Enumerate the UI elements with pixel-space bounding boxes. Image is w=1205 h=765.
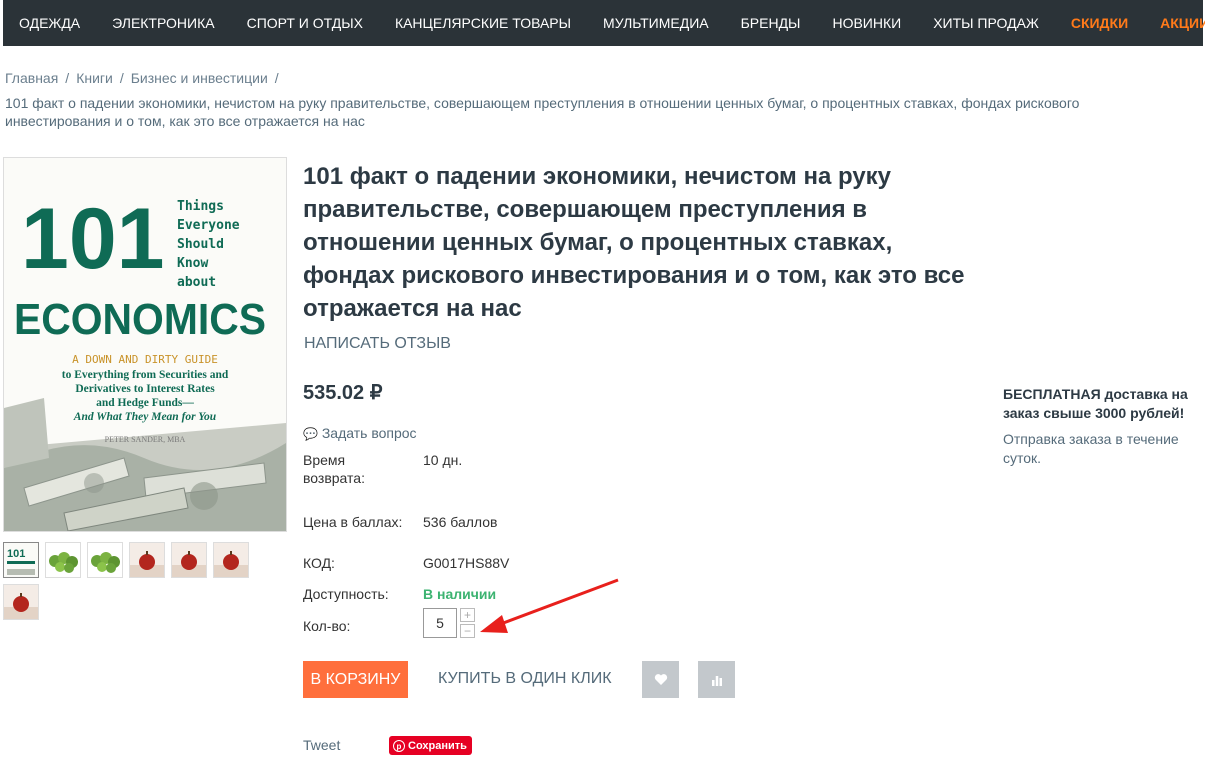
thumbnail-apple[interactable] [213,542,249,578]
svg-text:p: p [397,742,402,751]
nav-item-clothing[interactable]: ОДЕЖДА [3,15,96,31]
pinterest-icon: p [393,739,405,752]
quantity-label: Кол-во: [303,618,351,634]
pinterest-save-label: Сохранить [408,739,467,752]
code-value: G0017HS88V [423,555,510,571]
breadcrumb-separator: / [65,70,70,86]
thumbnail-apple[interactable] [129,542,165,578]
nav-item-sport[interactable]: СПОРТ И ОТДЫХ [231,15,379,31]
add-to-cart-button[interactable]: В КОРЗИНУ [303,661,408,698]
nav-item-promotions[interactable]: АКЦИИ [1144,15,1205,31]
cover-number: 101 [21,191,165,287]
chat-bubble-icon: 💬 [303,427,318,441]
breadcrumb: Главная / Книги / Бизнес и инвестиции / [5,70,286,86]
availability-label: Доступность: [303,586,389,602]
nav-item-multimedia[interactable]: МУЛЬТИМЕДИА [587,15,725,31]
points-price-label: Цена в баллах: [303,514,403,530]
nav-item-discounts[interactable]: СКИДКИ [1055,15,1144,31]
quantity-input[interactable]: 5 [423,608,457,638]
write-review-link[interactable]: НАПИСАТЬ ОТЗЫВ [304,335,451,353]
svg-text:Derivatives to Interest Rates: Derivatives to Interest Rates [75,383,215,395]
svg-text:Things: Things [177,199,224,214]
delivery-info-text: Отправка заказа в течение суток. [1003,431,1179,466]
tweet-link[interactable]: Tweet [303,737,340,753]
nav-item-new[interactable]: НОВИНКИ [816,15,917,31]
svg-text:Should: Should [177,237,224,252]
return-time-label: Время возврата: [303,452,365,486]
buy-one-click-link[interactable]: КУПИТЬ В ОДИН КЛИК [438,670,612,688]
thumbnail-apple[interactable] [3,584,39,620]
ask-question-label: Задать вопрос [321,425,417,441]
nav-item-electronics[interactable]: ЭЛЕКТРОНИКА [96,15,230,31]
code-label: КОД: [303,555,335,571]
nav-item-brands[interactable]: БРЕНДЫ [725,15,817,31]
breadcrumb-link-books[interactable]: Книги [76,70,113,86]
pinterest-save-button[interactable]: p Сохранить [389,736,472,755]
cover-word: ECONOMICS [14,295,266,344]
breadcrumb-separator: / [119,70,124,86]
breadcrumb-link-home[interactable]: Главная [5,70,58,86]
return-time-value: 10 дн. [423,452,463,468]
nav-item-stationery[interactable]: КАНЦЕЛЯРСКИЕ ТОВАРЫ [379,15,587,31]
svg-text:to Everything from Securities: to Everything from Securities and [62,369,229,381]
top-nav: ОДЕЖДА ЭЛЕКТРОНИКА СПОРТ И ОТДЫХ КАНЦЕЛЯ… [3,0,1205,46]
heart-icon [654,674,667,685]
thumbnail-green-veg[interactable] [45,542,81,578]
annotation-arrow [480,578,619,633]
nav-item-bestsellers[interactable]: ХИТЫ ПРОДАЖ [917,15,1055,31]
svg-text:And What They Mean for You: And What They Mean for You [73,411,217,423]
book-cover-art: 101 Things Everyone Should Know about EC… [4,158,286,531]
free-delivery-title: БЕСПЛАТНАЯ доставка на заказ свыше 3000 … [1003,386,1188,421]
wishlist-button[interactable] [642,661,679,698]
thumbnail-book-cover[interactable]: 101 [3,542,39,578]
cover-guide-line: A DOWN AND DIRTY GUIDE [72,353,218,366]
thumbnail-apple[interactable] [171,542,207,578]
product-price: 535.02 ₽ [303,382,383,404]
svg-text:Know: Know [177,256,208,271]
compare-button[interactable] [698,661,735,698]
svg-text:about: about [177,275,216,290]
product-main-image[interactable]: 101 Things Everyone Should Know about EC… [3,157,287,532]
product-title: 101 факт о падении экономики, нечистом н… [303,163,965,322]
svg-text:and Hedge Funds—: and Hedge Funds— [96,397,194,409]
breadcrumb-separator: / [274,70,279,86]
breadcrumb-link-business[interactable]: Бизнес и инвестиции [131,70,268,86]
breadcrumb-current: 101 факт о падении экономики, нечистом н… [5,95,1080,129]
bar-chart-icon [711,675,722,686]
svg-text:Everyone: Everyone [177,218,240,233]
points-price-value: 536 баллов [423,514,498,530]
svg-text:101: 101 [7,548,25,560]
cover-author: PETER SANDER, MBA [105,435,186,444]
thumbnail-green-veg[interactable] [87,542,123,578]
ask-question-link[interactable]: 💬 Задать вопрос [303,425,417,441]
